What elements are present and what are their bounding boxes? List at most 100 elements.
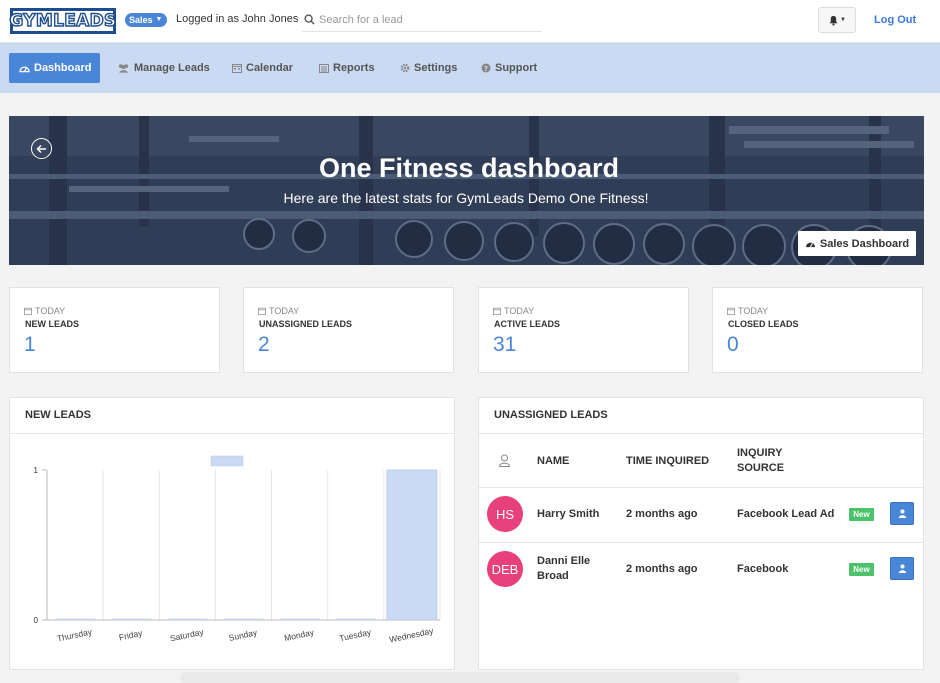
nav-support-label: Support [495, 62, 538, 74]
new-leads-title: NEW LEADS [25, 409, 91, 421]
assign-lead-button[interactable] [890, 502, 914, 525]
stat-period-label: TODAY [35, 306, 66, 316]
question-icon: ? [481, 63, 491, 73]
stat-value: 2 [258, 333, 270, 356]
logout-link[interactable]: Log Out [874, 14, 916, 26]
nav-manage-leads-label: Manage Leads [134, 62, 210, 74]
scroll-shadow [180, 672, 740, 683]
row-divider [479, 542, 923, 543]
logged-in-text: Logged in as John Jones [176, 13, 299, 25]
calendar-icon [24, 307, 32, 315]
stat-period-label: TODAY [738, 306, 769, 316]
chart-bar [223, 618, 264, 620]
chart-y-tick-label: 0 [34, 616, 39, 625]
calendar-icon [727, 307, 735, 315]
search-input[interactable] [319, 13, 539, 26]
nav-reports-label: Reports [333, 62, 375, 74]
chart-x-tick-label: Sunday [228, 627, 259, 643]
chart-bar [386, 469, 438, 621]
chevron-down-icon: ▼ [155, 16, 163, 23]
top-bar: GYMLEADS Sales ▼ Logged in as John Jones … [0, 0, 940, 43]
chart-x-tick-label: Saturday [169, 626, 205, 643]
lead-name-line1: Harry Smith [537, 508, 600, 520]
logo-text: GYMLEADS [9, 10, 117, 31]
lead-name[interactable]: Harry Smith [537, 507, 599, 522]
search-box[interactable] [302, 8, 542, 32]
person-icon [498, 454, 511, 467]
stat-value: 31 [493, 333, 517, 356]
user-icon [898, 509, 906, 518]
calendar-icon [258, 307, 266, 315]
role-label: Sales [129, 15, 153, 25]
stat-period-label: TODAY [269, 306, 300, 316]
dashboard-icon [19, 66, 30, 73]
avatar: HS [487, 496, 523, 532]
unassigned-leads-title: UNASSIGNED LEADS [494, 409, 608, 421]
page-title: One Fitness dashboard [318, 153, 620, 183]
nav-dashboard[interactable]: Dashboard [9, 53, 100, 83]
stat-card-unassigned-leads[interactable]: TODAY UNASSIGNED LEADS 2 [243, 287, 454, 373]
time-inquired: 2 months ago [626, 508, 698, 520]
nav-calendar[interactable]: Calendar [232, 53, 293, 83]
calendar-icon [493, 307, 501, 315]
column-header-source[interactable]: INQUIRY SOURCE [737, 446, 784, 476]
chart-x-tick-label: Tuesday [338, 627, 372, 644]
list-icon [319, 63, 329, 73]
dashboard-hero-banner: One Fitness dashboard Here are the lates… [9, 116, 924, 265]
new-leads-panel: NEW LEADS 0 1 Thursday Friday Saturday Sunday… [9, 397, 455, 670]
lead-name[interactable]: Danni Elle Broad [537, 554, 590, 584]
chart-y-tick-label: 1 [34, 466, 39, 475]
gymleads-logo[interactable]: GYMLEADS [9, 8, 117, 34]
chart-bar [111, 618, 152, 620]
nav-manage-leads[interactable]: Manage Leads [117, 53, 210, 83]
bell-icon [829, 15, 838, 26]
column-header-source-line2: SOURCE [737, 462, 785, 474]
gear-icon [400, 63, 410, 73]
users-icon [118, 64, 129, 73]
chart-bar [55, 618, 96, 620]
page-subtitle: Here are the latest stats for GymLeads D… [283, 190, 649, 206]
row-divider [479, 487, 923, 488]
time-inquired: 2 months ago [626, 563, 698, 575]
chart-x-tick-label: Wednesday [388, 625, 435, 644]
stat-period: TODAY [24, 306, 65, 316]
main-nav: Dashboard Manage Leads Calendar Reports … [0, 43, 940, 93]
stat-label: NEW LEADS [25, 319, 79, 329]
assign-lead-button[interactable] [890, 557, 914, 580]
role-dropdown[interactable]: Sales ▼ [125, 13, 168, 27]
arrow-left-icon [36, 144, 46, 153]
chart-bar [279, 618, 320, 620]
new-leads-chart: 0 1 Thursday Friday Saturday Sunday Monday Tues… [34, 455, 441, 645]
column-header-name[interactable]: NAME [537, 454, 569, 469]
stat-label: ACTIVE LEADS [494, 319, 561, 329]
nav-settings[interactable]: Settings [400, 53, 457, 83]
status-badge: New [849, 563, 874, 576]
nav-support[interactable]: ? Support [481, 53, 537, 83]
stat-period: TODAY [727, 306, 768, 316]
panel-divider [479, 433, 923, 434]
chart-x-tick-label: Monday [283, 627, 315, 643]
column-header-time[interactable]: TIME INQUIRED [626, 454, 709, 469]
nav-reports[interactable]: Reports [319, 53, 375, 83]
stat-period-label: TODAY [504, 306, 535, 316]
chart-legend-swatch [210, 455, 244, 467]
unassigned-leads-panel: UNASSIGNED LEADS NAME TIME INQUIRED INQU… [478, 397, 924, 670]
sales-dashboard-label: Sales Dashboard [819, 237, 910, 250]
stat-card-new-leads[interactable]: TODAY NEW LEADS 1 [9, 287, 220, 373]
nav-calendar-label: Calendar [246, 62, 294, 74]
stat-card-closed-leads[interactable]: TODAY CLOSED LEADS 0 [712, 287, 923, 373]
chart-x-tick-label: Friday [118, 628, 144, 643]
nav-dashboard-label: Dashboard [34, 62, 92, 74]
notifications-button[interactable]: ▼ [818, 7, 856, 33]
stat-label: CLOSED LEADS [728, 319, 799, 329]
status-badge: New [849, 508, 874, 521]
chart-x-tick-label: Thursday [56, 626, 93, 643]
nav-settings-label: Settings [414, 62, 458, 74]
lead-name-line1: Danni Elle [537, 555, 591, 567]
stat-value: 1 [24, 333, 36, 356]
stat-value: 0 [727, 333, 739, 356]
stat-label: UNASSIGNED LEADS [259, 319, 353, 329]
sales-dashboard-button[interactable]: Sales Dashboard [798, 231, 916, 256]
inquiry-source: Facebook [737, 563, 789, 575]
stat-card-active-leads[interactable]: TODAY ACTIVE LEADS 31 [478, 287, 689, 373]
